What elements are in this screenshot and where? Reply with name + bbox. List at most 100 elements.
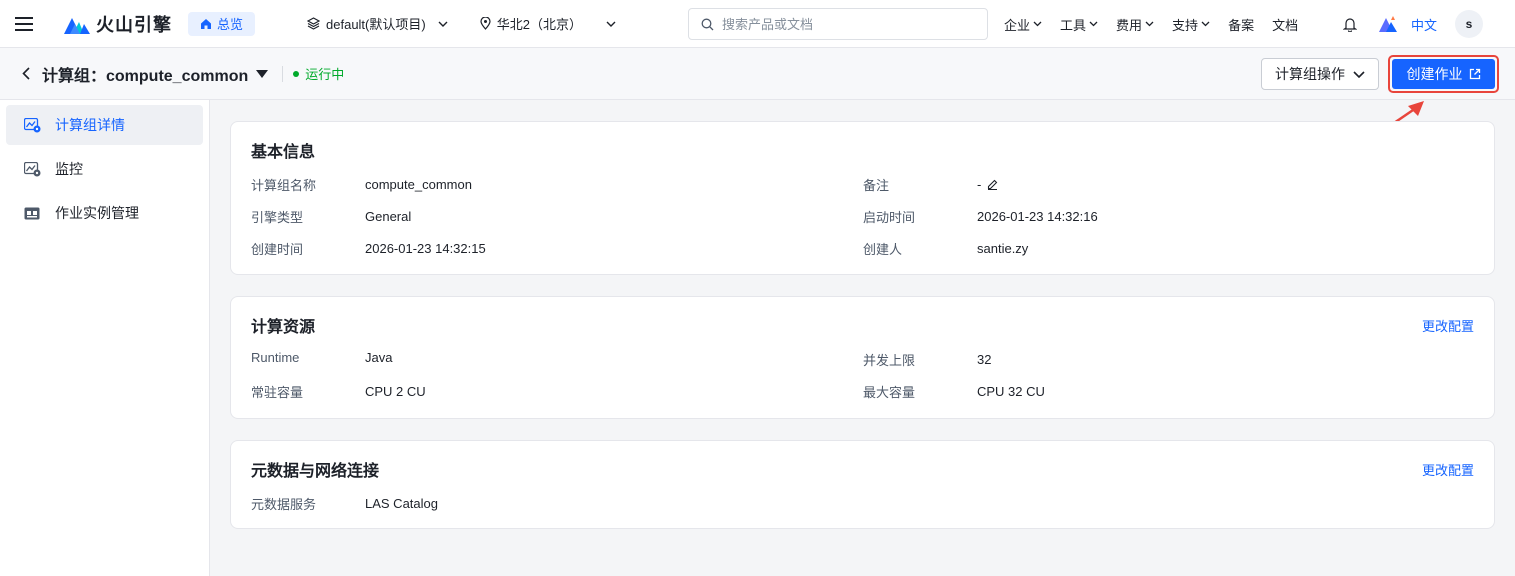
field-label: 启动时间 (863, 210, 916, 225)
menu-label: 工具 (1060, 17, 1087, 33)
menu-tools[interactable]: 工具 (1060, 15, 1098, 34)
menu-enterprise[interactable]: 企业 (1004, 15, 1042, 34)
chevron-down-icon (1089, 21, 1098, 27)
menu-docs[interactable]: 文档 (1272, 15, 1298, 34)
value-text: 2026-01-23 14:32:16 (977, 209, 1098, 224)
overview-label: 总览 (217, 17, 244, 32)
change-config-link[interactable]: 更改配置 (1422, 316, 1474, 335)
field-label: 备注 (863, 178, 890, 193)
field-value: 2026-01-23 14:32:16 (977, 209, 1098, 224)
field-value: - (977, 177, 998, 192)
search-input[interactable] (722, 16, 962, 32)
avatar[interactable]: s (1455, 10, 1483, 38)
sidebar-item-job-instances[interactable]: 作业实例管理 (6, 193, 203, 233)
field-value: LAS Catalog (365, 496, 438, 511)
ai-assistant-icon[interactable] (1378, 16, 1397, 32)
field-label: 常驻容量 (251, 385, 304, 400)
menu-label: 企业 (1004, 17, 1031, 33)
edit-pencil-icon[interactable] (987, 179, 998, 190)
field-value: santie.zy (977, 241, 1028, 256)
back-arrow-icon[interactable] (18, 66, 34, 82)
menu-support[interactable]: 支持 (1172, 15, 1210, 34)
value-text: General (365, 209, 412, 224)
sidebar-item-monitor[interactable]: 监控 (6, 149, 203, 189)
region-label: 华北2（北京） (496, 17, 582, 32)
field-row: Runtime Java (251, 350, 392, 365)
status-dot-icon (293, 70, 300, 77)
field-label: 创建时间 (251, 242, 304, 257)
value-text: santie.zy (977, 241, 1029, 256)
field-value: compute_common (365, 177, 472, 192)
field-row: 常驻容量 CPU 2 CU (251, 382, 426, 401)
chevron-down-icon (1145, 21, 1154, 27)
external-link-icon (1469, 68, 1480, 80)
divider (282, 65, 284, 82)
create-job-highlight: 创建作业 (1388, 55, 1499, 93)
project-selector[interactable]: default(默认项目) (307, 14, 448, 33)
menu-billing[interactable]: 费用 (1116, 15, 1154, 34)
field-value: CPU 2 CU (365, 384, 426, 399)
chevron-down-icon (606, 21, 616, 27)
field-label: 元数据服务 (251, 497, 317, 512)
field-value: 32 (977, 352, 991, 367)
field-value: Java (365, 350, 392, 365)
sidebar: 计算组详情 监控 作业实例管理 (0, 100, 210, 576)
field-label: Runtime (251, 350, 300, 365)
region-selector[interactable]: 华北2（北京） (480, 14, 616, 33)
bell-icon[interactable] (1342, 17, 1357, 32)
monitor-icon (24, 161, 41, 176)
field-row: 创建人 santie.zy (863, 239, 1028, 258)
search-box[interactable] (688, 8, 988, 40)
section-title: 计算资源 (251, 319, 316, 336)
top-navbar: 火山引擎 总览 default(默认项目) 华北2（北京） 企业 工具 费用 支… (0, 0, 1515, 48)
value-text: - (977, 177, 982, 192)
value-text: 32 (977, 352, 992, 367)
ops-button-label: 计算组操作 (1275, 66, 1345, 82)
value-text: 2026-01-23 14:32:15 (365, 241, 486, 256)
language-switch[interactable]: 中文 (1411, 15, 1437, 34)
change-config-link[interactable]: 更改配置 (1422, 460, 1474, 479)
field-row: 元数据服务 LAS Catalog (251, 494, 438, 513)
sidebar-item-compute-detail[interactable]: 计算组详情 (6, 105, 203, 145)
brand-name: 火山引擎 (96, 14, 172, 35)
create-job-label: 创建作业 (1406, 66, 1463, 82)
search-icon (701, 18, 714, 30)
value-text: Java (365, 350, 393, 365)
field-row: 并发上限 32 (863, 350, 991, 369)
brand-logo[interactable]: 火山引擎 (64, 11, 172, 37)
chevron-down-icon (438, 21, 448, 27)
field-label: 创建人 (863, 242, 903, 257)
layers-icon (307, 17, 321, 30)
value-text: CPU 2 CU (365, 384, 426, 399)
chevron-down-icon (1033, 21, 1042, 27)
metadata-network-card: 元数据与网络连接 更改配置 元数据服务 LAS Catalog (230, 440, 1495, 529)
field-label: 并发上限 (863, 353, 916, 368)
page-title: 计算组：compute_common (42, 67, 249, 85)
menu-label: 文档 (1272, 17, 1299, 33)
field-row: 启动时间 2026-01-23 14:32:16 (863, 207, 1098, 226)
section-title: 元数据与网络连接 (251, 463, 380, 480)
field-row: 创建时间 2026-01-23 14:32:15 (251, 239, 486, 258)
status-text: 运行中 (305, 67, 345, 82)
menu-icon[interactable] (0, 0, 48, 48)
menu-label: 备案 (1228, 17, 1255, 33)
menu-label: 支持 (1172, 17, 1199, 33)
volcano-logo-icon (64, 17, 90, 34)
field-row: 最大容量 CPU 32 CU (863, 382, 1045, 401)
create-job-button[interactable]: 创建作业 (1392, 59, 1495, 89)
field-label: 引擎类型 (251, 210, 304, 225)
caret-down-icon[interactable] (256, 69, 269, 78)
compute-group-ops-button[interactable]: 计算组操作 (1261, 58, 1379, 90)
menu-filing[interactable]: 备案 (1228, 15, 1254, 34)
field-value: 2026-01-23 14:32:15 (365, 241, 486, 256)
chevron-down-icon (1201, 21, 1210, 27)
sidebar-item-label: 作业实例管理 (55, 205, 139, 221)
sidebar-item-label: 监控 (55, 161, 83, 177)
chevron-down-icon (1353, 70, 1365, 78)
section-title: 基本信息 (251, 144, 316, 161)
overview-button[interactable]: 总览 (188, 11, 256, 36)
menu-label: 费用 (1116, 17, 1143, 33)
page-header: 计算组：compute_common 运行中 计算组操作 创建作业 (0, 48, 1515, 100)
basic-info-card: 基本信息 计算组名称 compute_common 备注 - 引擎类型 Gene… (230, 121, 1495, 275)
compute-detail-icon (24, 117, 41, 132)
